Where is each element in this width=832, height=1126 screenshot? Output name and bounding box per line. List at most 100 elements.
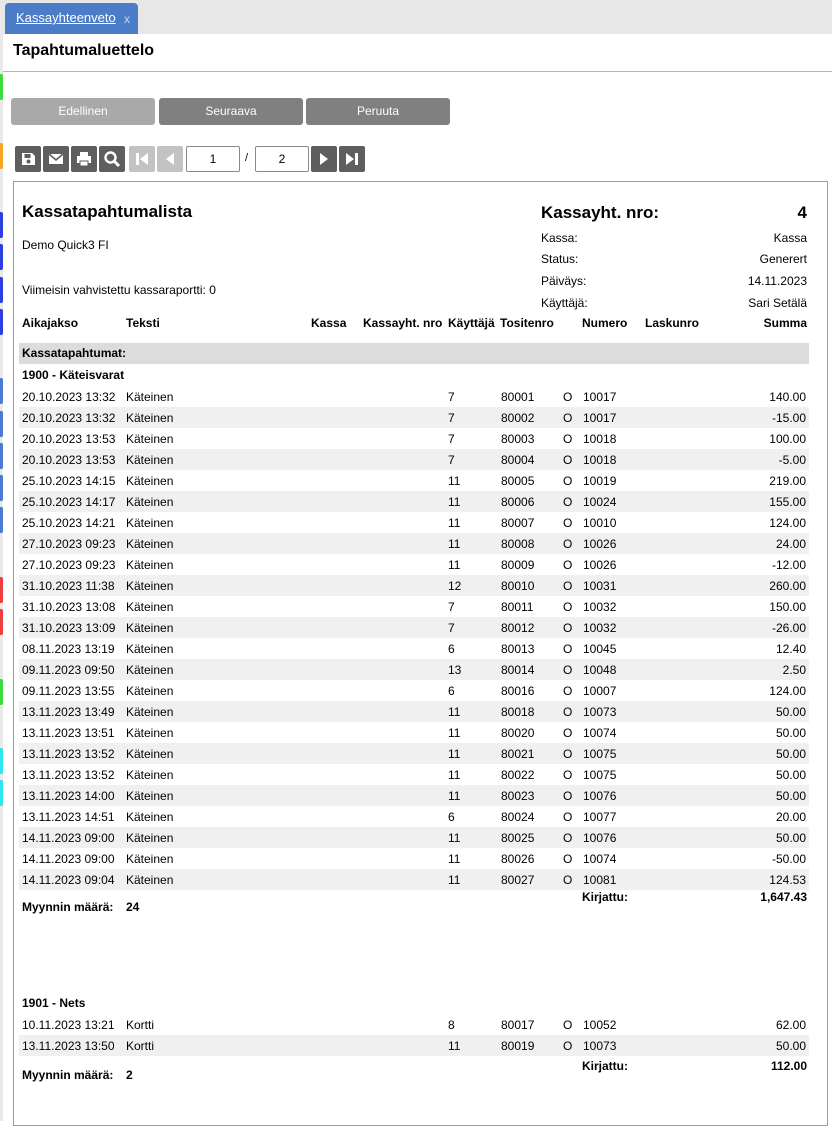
row-flag: O	[563, 537, 573, 551]
table-row[interactable]: 10.11.2023 13:21 Kortti 8 80017 O 10052 62.00	[19, 1014, 809, 1035]
row-number: 10076	[583, 789, 617, 803]
row-date: 13.11.2023 14:51	[22, 810, 115, 824]
table-row[interactable]: 27.10.2023 09:23 Käteinen 11 80009 O 10026 -12…	[19, 554, 809, 575]
edge-marker-green[interactable]	[0, 74, 3, 100]
row-user: 7	[448, 453, 455, 467]
tab-label[interactable]: Kassayhteenveto	[16, 4, 116, 32]
close-icon[interactable]: x	[124, 5, 130, 33]
report-number-value: 4	[797, 203, 807, 222]
table-row[interactable]: 13.11.2023 13:52 Käteinen 11 80021 O 10075 50.…	[19, 743, 809, 764]
table-row[interactable]: 13.11.2023 13:50 Kortti 11 80019 O 10073 50.00	[19, 1035, 809, 1056]
edge-marker-orange[interactable]	[0, 143, 3, 169]
row-text: Käteinen	[126, 600, 174, 614]
row-number: 10075	[583, 747, 617, 761]
table-row[interactable]: 20.10.2023 13:53 Käteinen 7 80003 O 10018 100.…	[19, 428, 809, 449]
row-flag: O	[563, 810, 573, 824]
table-row[interactable]: 31.10.2023 13:09 Käteinen 7 80012 O 10032 -26.…	[19, 617, 809, 638]
row-date: 14.11.2023 09:04	[22, 873, 115, 887]
cancel-button[interactable]: Peruuta	[306, 98, 450, 125]
edge-marker-green[interactable]	[0, 679, 3, 705]
row-sum: 219.00	[769, 474, 806, 488]
table-row[interactable]: 13.11.2023 14:00 Käteinen 11 80023 O 10076 50.…	[19, 785, 809, 806]
edge-marker-lightblue[interactable]	[0, 507, 3, 533]
previous-page-icon[interactable]	[157, 146, 183, 172]
table-row[interactable]: 13.11.2023 13:51 Käteinen 11 80020 O 10074 50.…	[19, 722, 809, 743]
column-header-text: Teksti	[126, 316, 160, 330]
table-row[interactable]: 31.10.2023 13:08 Käteinen 7 80011 O 10032 150.…	[19, 596, 809, 617]
edge-marker-cyan[interactable]	[0, 780, 3, 806]
table-row[interactable]: 13.11.2023 14:51 Käteinen 6 80024 O 10077 20.0…	[19, 806, 809, 827]
edge-marker-lightblue[interactable]	[0, 378, 3, 404]
first-page-icon[interactable]	[129, 146, 155, 172]
last-page-icon[interactable]	[339, 146, 365, 172]
table-row[interactable]: 27.10.2023 09:23 Käteinen 11 80008 O 10026 24.…	[19, 533, 809, 554]
table-row[interactable]: 09.11.2023 13:55 Käteinen 6 80016 O 10007 124.…	[19, 680, 809, 701]
edge-marker-red[interactable]	[0, 577, 3, 603]
row-sum: 50.00	[775, 726, 806, 740]
page-number-input[interactable]	[186, 146, 240, 172]
row-date: 13.11.2023 13:52	[22, 747, 115, 761]
edge-marker-lightblue[interactable]	[0, 411, 3, 437]
page-title: Tapahtumaluettelo	[13, 42, 155, 59]
row-date: 25.10.2023 14:21	[22, 516, 116, 530]
row-voucher: 80021	[501, 747, 535, 761]
row-voucher: 80014	[501, 663, 535, 677]
save-icon[interactable]	[15, 146, 41, 172]
row-voucher: 80026	[501, 852, 535, 866]
next-button[interactable]: Seuraava	[159, 98, 303, 125]
row-flag: O	[563, 432, 573, 446]
row-user: 11	[448, 747, 461, 761]
edge-marker-lightblue[interactable]	[0, 475, 3, 501]
last-confirmed-report: Viimeisin vahvistettu kassaraportti: 0	[22, 283, 216, 297]
row-sum: 155.00	[769, 495, 806, 509]
tab-kassayhteenveto[interactable]: Kassayhteenveto x	[5, 3, 138, 34]
edge-marker-red[interactable]	[0, 609, 3, 635]
table-row[interactable]: 13.11.2023 13:52 Käteinen 11 80022 O 10075 50.…	[19, 764, 809, 785]
table-row[interactable]: 31.10.2023 11:38 Käteinen 12 80010 O 10031 260…	[19, 575, 809, 596]
table-row[interactable]: 20.10.2023 13:32 Käteinen 7 80001 O 10017 140.…	[19, 386, 809, 407]
row-sum: 50.00	[775, 747, 806, 761]
row-date: 25.10.2023 14:15	[22, 474, 116, 488]
row-date: 13.11.2023 13:50	[22, 1039, 115, 1053]
table-row[interactable]: 14.11.2023 09:04 Käteinen 11 80027 O 10081 124…	[19, 869, 809, 890]
row-sum: 2.50	[782, 663, 806, 677]
table-row[interactable]: 08.11.2023 13:19 Käteinen 6 80013 O 10045 12.4…	[19, 638, 809, 659]
table-row[interactable]: 09.11.2023 09:50 Käteinen 13 80014 O 10048 2.5…	[19, 659, 809, 680]
row-voucher: 80018	[501, 705, 535, 719]
print-icon[interactable]	[71, 146, 97, 172]
row-sum: 124.53	[769, 873, 806, 887]
meta-value-date: 14.11.2023	[747, 274, 807, 288]
row-voucher: 80022	[501, 768, 535, 782]
next-page-icon[interactable]	[311, 146, 337, 172]
search-icon[interactable]	[99, 146, 125, 172]
edge-marker-blue[interactable]	[0, 244, 3, 270]
edge-marker-blue[interactable]	[0, 277, 3, 303]
total-pages-field[interactable]	[255, 146, 309, 172]
table-row[interactable]: 14.11.2023 09:00 Käteinen 11 80026 O 10074 -50…	[19, 848, 809, 869]
table-row[interactable]: 20.10.2023 13:53 Käteinen 7 80004 O 10018 -5.0…	[19, 449, 809, 470]
row-user: 7	[448, 621, 455, 635]
row-user: 7	[448, 432, 455, 446]
row-user: 11	[448, 705, 461, 719]
edge-marker-blue[interactable]	[0, 212, 3, 238]
row-number: 10017	[583, 390, 617, 404]
row-voucher: 80004	[501, 453, 535, 467]
row-user: 12	[448, 579, 462, 593]
row-user: 11	[448, 537, 461, 551]
edge-marker-lightblue[interactable]	[0, 443, 3, 469]
section-label: Kassatapahtumat:	[22, 346, 127, 360]
meta-label-date: Päiväys:	[541, 274, 587, 288]
table-row[interactable]: 25.10.2023 14:15 Käteinen 11 80005 O 10019 219…	[19, 470, 809, 491]
row-flag: O	[563, 726, 573, 740]
edge-marker-blue[interactable]	[0, 309, 3, 335]
table-row[interactable]: 25.10.2023 14:17 Käteinen 11 80006 O 10024 155…	[19, 491, 809, 512]
row-flag: O	[563, 642, 573, 656]
edge-marker-cyan[interactable]	[0, 748, 3, 774]
column-header-nro: Kassayht. nro	[363, 316, 443, 330]
table-row[interactable]: 20.10.2023 13:32 Käteinen 7 80002 O 10017 -15.…	[19, 407, 809, 428]
email-icon[interactable]	[43, 146, 69, 172]
previous-button[interactable]: Edellinen	[11, 98, 155, 125]
table-row[interactable]: 13.11.2023 13:49 Käteinen 11 80018 O 10073 50.…	[19, 701, 809, 722]
table-row[interactable]: 14.11.2023 09:00 Käteinen 11 80025 O 10076 50.…	[19, 827, 809, 848]
table-row[interactable]: 25.10.2023 14:21 Käteinen 11 80007 O 10010 124…	[19, 512, 809, 533]
